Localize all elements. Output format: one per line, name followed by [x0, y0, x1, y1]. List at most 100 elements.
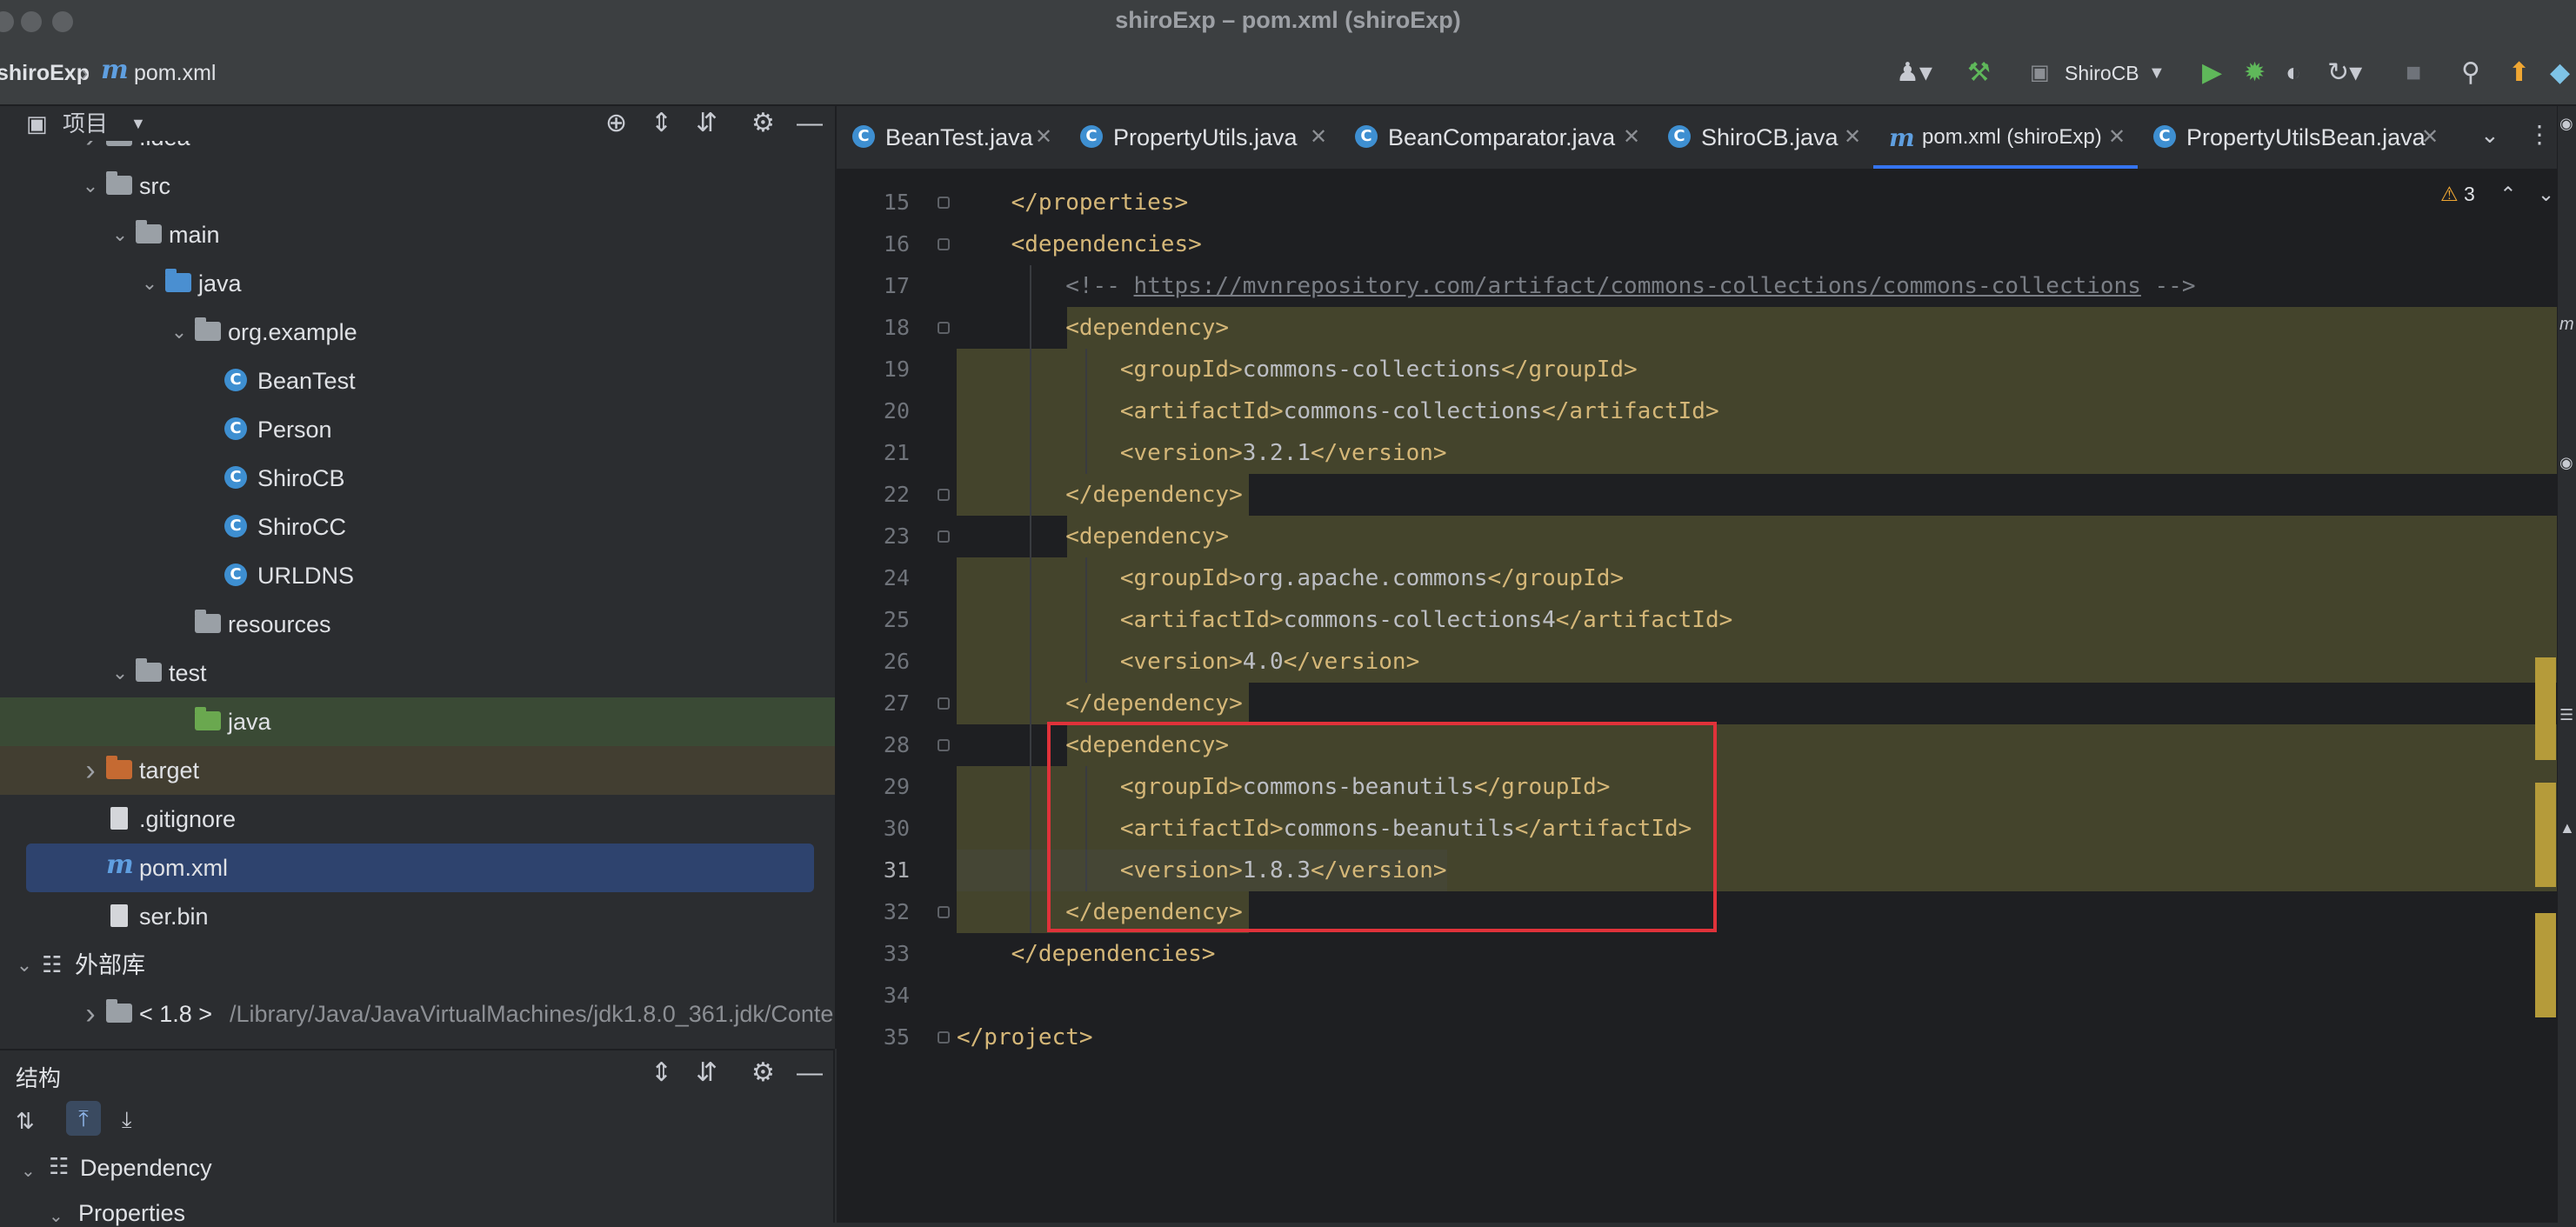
code-editor[interactable]: 15 16 17 18 19 20 21 22 23 24 25 26 27 28 29 30 31 32 33 34… [837, 170, 2576, 1223]
database-icon[interactable]: ☰ [2559, 706, 2573, 724]
close-icon[interactable]: ✕ [1035, 123, 1052, 151]
warning-indicator[interactable]: ⚠ 3 ⌃ ⌄ [2440, 183, 2554, 206]
fold-marker-icon[interactable] [938, 322, 950, 334]
update-icon[interactable]: ⬆ [2508, 56, 2530, 90]
code-line[interactable]: <dependencies> [957, 223, 1202, 265]
tree-item[interactable]: java [0, 697, 835, 746]
gear-icon[interactable]: ⚙ [751, 106, 775, 141]
tab-shirocb-java[interactable]: C ShiroCB.java ✕ [1652, 106, 1873, 169]
fold-marker-icon[interactable] [938, 489, 950, 501]
fold-marker-icon[interactable] [938, 238, 950, 250]
tree-item[interactable]: › < 1.8 > /Library/Java/JavaVirtualMachine… [0, 990, 835, 1038]
scrollbar-marker[interactable] [2535, 913, 2556, 1017]
code-line[interactable]: </dependency> [957, 474, 1243, 516]
maven-tool-icon[interactable]: m [2559, 315, 2574, 335]
tree-item[interactable]: ⌄ src [0, 162, 835, 210]
chevron-right-icon[interactable]: › [80, 141, 101, 152]
structure-item-properties[interactable]: Properties [78, 1200, 185, 1227]
locate-icon[interactable]: ⊕ [605, 106, 627, 141]
chevron-down-icon[interactable]: ⌄ [110, 659, 130, 687]
tab-propertyutils-java[interactable]: C PropertyUtils.java ✕ [1064, 106, 1339, 169]
chevron-down-icon[interactable]: ▼ [130, 106, 146, 141]
tree-item[interactable]: ⌄ java [0, 259, 835, 308]
code-line[interactable]: <version>4.0</version> [957, 641, 1419, 683]
tree-item[interactable]: C Person [0, 405, 835, 454]
tree-item[interactable]: ⌄ main [0, 210, 835, 259]
tree-item[interactable]: .gitignore [0, 795, 835, 844]
tree-item[interactable]: resources [0, 600, 835, 649]
plugin-icon[interactable]: ◆ [2550, 56, 2570, 90]
tree-item[interactable]: ser.bin [0, 892, 835, 941]
tree-item[interactable]: ⌄ ☷ 外部库 [0, 941, 835, 990]
chevron-down-icon[interactable]: ⌄ [80, 172, 101, 200]
tree-item[interactable]: › .idea [0, 141, 835, 162]
code-line[interactable]: <artifactId>commons-collections</artifac… [957, 390, 1719, 432]
build-hammer-icon[interactable]: ⚒ [1967, 56, 1991, 90]
collapse-all-icon[interactable]: ⇵ [696, 106, 717, 141]
code-line[interactable]: </project> [957, 1017, 1093, 1058]
debug-icon[interactable]: ✹ [2244, 56, 2266, 90]
tab-pom-xml-shiroexp[interactable]: m pom.xml (shiroExp) ✕ [1873, 106, 2138, 169]
breadcrumb-file[interactable]: pom.xml [134, 61, 216, 86]
tree-item[interactable]: ⌄ org.example [0, 308, 835, 357]
tree-item[interactable]: ⌄ test [0, 649, 835, 697]
code-line[interactable]: <artifactId>commons-collections4</artifa… [957, 599, 1732, 641]
tree-item[interactable]: C ShiroCC [0, 503, 835, 551]
copilot-icon[interactable]: ◉ [2559, 115, 2573, 133]
search-icon[interactable]: ⚲ [2461, 56, 2480, 90]
copilot-chat-icon[interactable]: ◉ [2559, 454, 2573, 472]
collapse-icon[interactable]: ⤓ [122, 1106, 132, 1134]
next-highlight-icon[interactable]: ⌄ [2538, 183, 2554, 205]
chevron-down-icon[interactable]: ⌄ [21, 1160, 36, 1182]
close-icon[interactable]: ✕ [1623, 123, 1640, 151]
fold-marker-icon[interactable] [938, 197, 950, 209]
collapse-all-icon[interactable]: ⇵ [696, 1056, 717, 1090]
code-line[interactable]: </dependencies> [957, 933, 1216, 975]
chevron-down-icon[interactable]: ⌄ [169, 318, 190, 346]
tree-item[interactable]: C URLDNS [0, 551, 835, 600]
tree-item[interactable]: C BeanTest [0, 357, 835, 405]
expand-all-icon[interactable]: ⇕ [651, 1056, 672, 1090]
project-panel-title[interactable]: 项目 [63, 106, 108, 141]
notifications-icon[interactable]: ▲ [2559, 819, 2575, 837]
account-icon[interactable]: ♟▾ [1896, 56, 1932, 90]
run-icon[interactable]: ▶ [2202, 56, 2222, 90]
coverage-icon[interactable]: ◐ [2286, 56, 2301, 90]
fold-marker-icon[interactable] [938, 697, 950, 710]
tab-propertyutilsbean-java[interactable]: C PropertyUtilsBean.java ✕ [2138, 106, 2451, 169]
hide-panel-icon[interactable]: — [797, 106, 823, 141]
chevron-down-icon[interactable]: ⌄ [110, 221, 130, 249]
close-icon[interactable]: ✕ [2108, 123, 2126, 151]
fold-marker-icon[interactable] [938, 1031, 950, 1044]
tree-item[interactable]: C ShiroCB [0, 454, 835, 503]
code-line[interactable]: <dependency> [957, 516, 1229, 557]
chevron-right-icon[interactable]: › [80, 999, 101, 1029]
sort-alpha-icon[interactable]: ⇅ [16, 1108, 35, 1135]
fold-marker-icon[interactable] [938, 530, 950, 543]
tree-item[interactable]: m pom.xml [26, 844, 814, 892]
chevron-right-icon[interactable]: › [80, 756, 101, 785]
hide-panel-icon[interactable]: — [797, 1056, 823, 1090]
breadcrumb-project[interactable]: shiroExp [0, 61, 90, 86]
scrollbar-marker[interactable] [2535, 657, 2556, 760]
prev-highlight-icon[interactable]: ⌃ [2499, 183, 2516, 205]
code-line[interactable]: <groupId>org.apache.commons</groupId> [957, 557, 1624, 599]
structure-item-dependency[interactable]: Dependency [80, 1155, 212, 1182]
fold-marker-icon[interactable] [938, 739, 950, 751]
close-icon[interactable]: ✕ [2421, 123, 2439, 151]
more-icon[interactable]: ⋮ [2527, 120, 2552, 149]
expand-all-icon[interactable]: ⇕ [651, 106, 672, 141]
expand-icon[interactable]: ⤒ [66, 1101, 101, 1136]
code-line[interactable]: <groupId>commons-collections</groupId> [957, 349, 1638, 390]
code-line[interactable]: </properties> [957, 182, 1189, 223]
chevron-down-icon[interactable]: ⌄ [139, 270, 160, 297]
scrollbar-marker[interactable] [2535, 783, 2556, 887]
gear-icon[interactable]: ⚙ [751, 1056, 775, 1090]
code-line[interactable]: <dependency> [957, 307, 1229, 349]
tab-beantest-java[interactable]: C BeanTest.java ✕ [837, 106, 1064, 169]
chevron-down-icon[interactable]: ▼ [2148, 56, 2166, 90]
chevron-down-icon[interactable]: ⌄ [49, 1205, 63, 1227]
code-line[interactable]: <version>3.2.1</version> [957, 432, 1447, 474]
run-config-selector[interactable]: ShiroCB [2065, 56, 2139, 90]
tree-item[interactable]: › target [0, 746, 835, 795]
